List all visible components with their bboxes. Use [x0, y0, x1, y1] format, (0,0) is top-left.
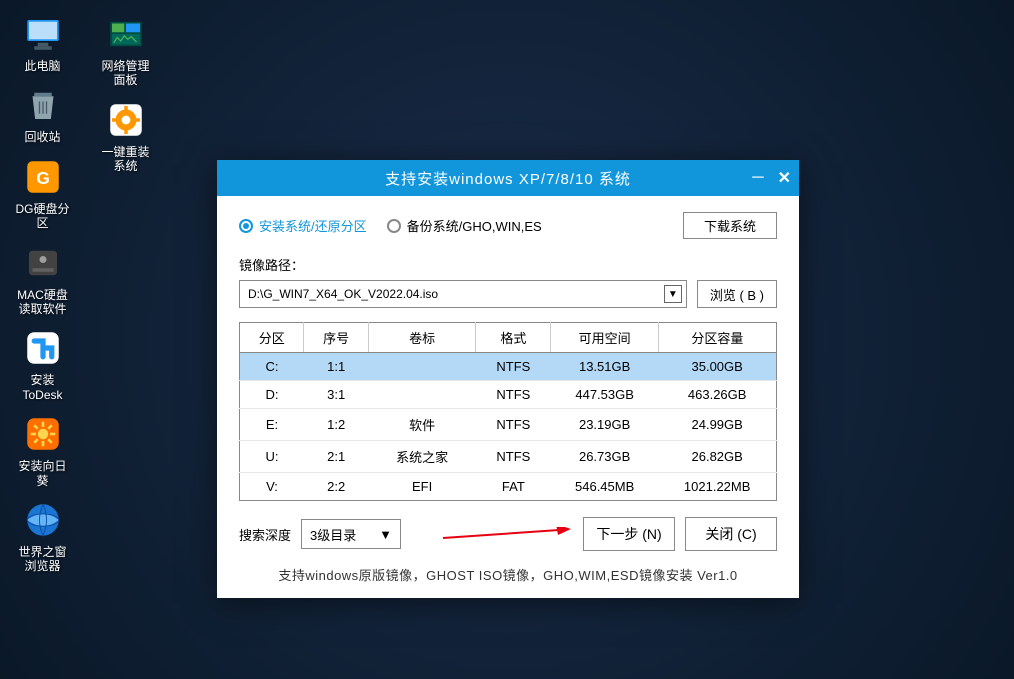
desktop-icon-netpanel[interactable]: 网络管理面板	[93, 10, 158, 91]
table-cell	[368, 381, 475, 409]
dg-icon: G	[22, 156, 64, 198]
table-cell: 软件	[368, 409, 475, 441]
table-cell: 23.19GB	[551, 409, 658, 441]
table-header[interactable]: 分区容量	[658, 323, 776, 353]
table-cell: 26.82GB	[658, 441, 776, 473]
image-path-label: 镜像路径：	[239, 255, 777, 274]
table-cell: 463.26GB	[658, 381, 776, 409]
icon-label: 世界之窗浏览器	[13, 545, 72, 574]
close-window-button[interactable]: ✕	[778, 168, 791, 188]
svg-text:G: G	[36, 168, 50, 188]
table-cell: 24.99GB	[658, 409, 776, 441]
table-header[interactable]: 卷标	[368, 323, 475, 353]
table-cell: NTFS	[476, 441, 551, 473]
table-cell: 1:1	[304, 353, 368, 381]
path-dropdown-icon[interactable]: ▼	[664, 285, 682, 303]
next-button[interactable]: 下一步 (N)	[583, 517, 675, 551]
table-cell: NTFS	[476, 409, 551, 441]
radio-selected-icon	[239, 219, 253, 233]
table-cell: 546.45MB	[551, 473, 658, 501]
close-button[interactable]: 关闭 (C)	[685, 517, 777, 551]
depth-value: 3级目录	[310, 525, 356, 544]
radio-unselected-icon	[387, 219, 401, 233]
desktop-icon-sunflower[interactable]: 安装向日葵	[10, 410, 75, 491]
desktop-icon-reinstall[interactable]: 一键重装系统	[93, 96, 158, 177]
search-depth-select[interactable]: 3级目录 ▼	[301, 519, 401, 549]
window-title: 支持安装windows XP/7/8/10 系统	[385, 168, 631, 189]
table-row[interactable]: C:1:1 NTFS13.51GB35.00GB	[240, 353, 777, 381]
table-cell: 1021.22MB	[658, 473, 776, 501]
browse-button[interactable]: 浏览 ( B )	[697, 280, 777, 308]
browser-icon	[22, 499, 64, 541]
pc-icon	[22, 13, 64, 55]
desktop-icon-mac[interactable]: MAC硬盘读取软件	[10, 239, 75, 320]
icon-label: 回收站	[24, 130, 60, 144]
table-header[interactable]: 可用空间	[551, 323, 658, 353]
icon-label: 网络管理面板	[96, 59, 155, 88]
desktop-icon-browser[interactable]: 世界之窗浏览器	[10, 496, 75, 577]
mode-radio-group: 安装系统/还原分区 备份系统/GHO,WIN,ES 下载系统	[239, 212, 777, 239]
table-cell: 26.73GB	[551, 441, 658, 473]
netpanel-icon	[105, 13, 147, 55]
mac-icon	[22, 242, 64, 284]
table-cell	[368, 353, 475, 381]
desktop-icon-dg[interactable]: G DG硬盘分区	[10, 153, 75, 234]
search-depth-label: 搜索深度	[239, 525, 291, 544]
table-cell: V:	[240, 473, 304, 501]
bin-icon	[22, 84, 64, 126]
table-row[interactable]: V:2:2EFIFAT546.45MB1021.22MB	[240, 473, 777, 501]
desktop-icons-area: 此电脑回收站 G DG硬盘分区 MAC硬盘读取软件安装ToDesk 安装向日葵世界之窗浏…	[0, 0, 168, 587]
minimize-button[interactable]: ─	[752, 169, 763, 187]
desktop-icon-pc[interactable]: 此电脑	[10, 10, 75, 76]
icon-label: 安装ToDesk	[13, 373, 72, 402]
table-cell: NTFS	[476, 353, 551, 381]
desktop-icon-todesk[interactable]: 安装ToDesk	[10, 324, 75, 405]
path-text: D:\G_WIN7_X64_OK_V2022.04.iso	[248, 287, 438, 301]
reinstall-icon	[105, 99, 147, 141]
table-cell: EFI	[368, 473, 475, 501]
table-cell: 447.53GB	[551, 381, 658, 409]
icon-label: MAC硬盘读取软件	[13, 288, 72, 317]
icon-label: DG硬盘分区	[13, 202, 72, 231]
radio-label: 安装系统/还原分区	[259, 216, 367, 235]
download-system-button[interactable]: 下载系统	[683, 212, 777, 239]
table-cell: NTFS	[476, 381, 551, 409]
todesk-icon	[22, 327, 64, 369]
image-path-input[interactable]: D:\G_WIN7_X64_OK_V2022.04.iso ▼	[239, 280, 687, 308]
annotation-arrow-icon	[441, 527, 571, 541]
table-cell: E:	[240, 409, 304, 441]
table-cell: D:	[240, 381, 304, 409]
icon-label: 一键重装系统	[96, 145, 155, 174]
table-cell: 13.51GB	[551, 353, 658, 381]
table-cell: 1:2	[304, 409, 368, 441]
table-cell: FAT	[476, 473, 551, 501]
footer-text: 支持windows原版镜像，GHOST ISO镜像，GHO,WIM,ESD镜像安…	[239, 565, 777, 584]
installer-window: 支持安装windows XP/7/8/10 系统 ─ ✕ 安装系统/还原分区 备…	[217, 160, 799, 598]
titlebar[interactable]: 支持安装windows XP/7/8/10 系统 ─ ✕	[217, 160, 799, 196]
partition-table: 分区序号卷标格式可用空间分区容量 C:1:1NTFS13.51GB35.00GB…	[239, 322, 777, 501]
radio-install-restore[interactable]: 安装系统/还原分区	[239, 216, 367, 235]
table-cell: 3:1	[304, 381, 368, 409]
table-cell: 35.00GB	[658, 353, 776, 381]
table-header[interactable]: 格式	[476, 323, 551, 353]
chevron-down-icon: ▼	[379, 527, 392, 542]
table-cell: 系统之家	[368, 441, 475, 473]
table-row[interactable]: U:2:1系统之家NTFS26.73GB26.82GB	[240, 441, 777, 473]
radio-label: 备份系统/GHO,WIN,ES	[407, 216, 542, 235]
table-row[interactable]: D:3:1 NTFS447.53GB463.26GB	[240, 381, 777, 409]
table-cell: 2:2	[304, 473, 368, 501]
icon-label: 安装向日葵	[13, 459, 72, 488]
table-cell: C:	[240, 353, 304, 381]
table-header[interactable]: 分区	[240, 323, 304, 353]
sunflower-icon	[22, 413, 64, 455]
table-row[interactable]: E:1:2软件NTFS23.19GB24.99GB	[240, 409, 777, 441]
desktop-icon-bin[interactable]: 回收站	[10, 81, 75, 147]
icon-label: 此电脑	[24, 59, 60, 73]
table-cell: 2:1	[304, 441, 368, 473]
table-header[interactable]: 序号	[304, 323, 368, 353]
radio-backup[interactable]: 备份系统/GHO,WIN,ES	[387, 216, 542, 235]
table-cell: U:	[240, 441, 304, 473]
